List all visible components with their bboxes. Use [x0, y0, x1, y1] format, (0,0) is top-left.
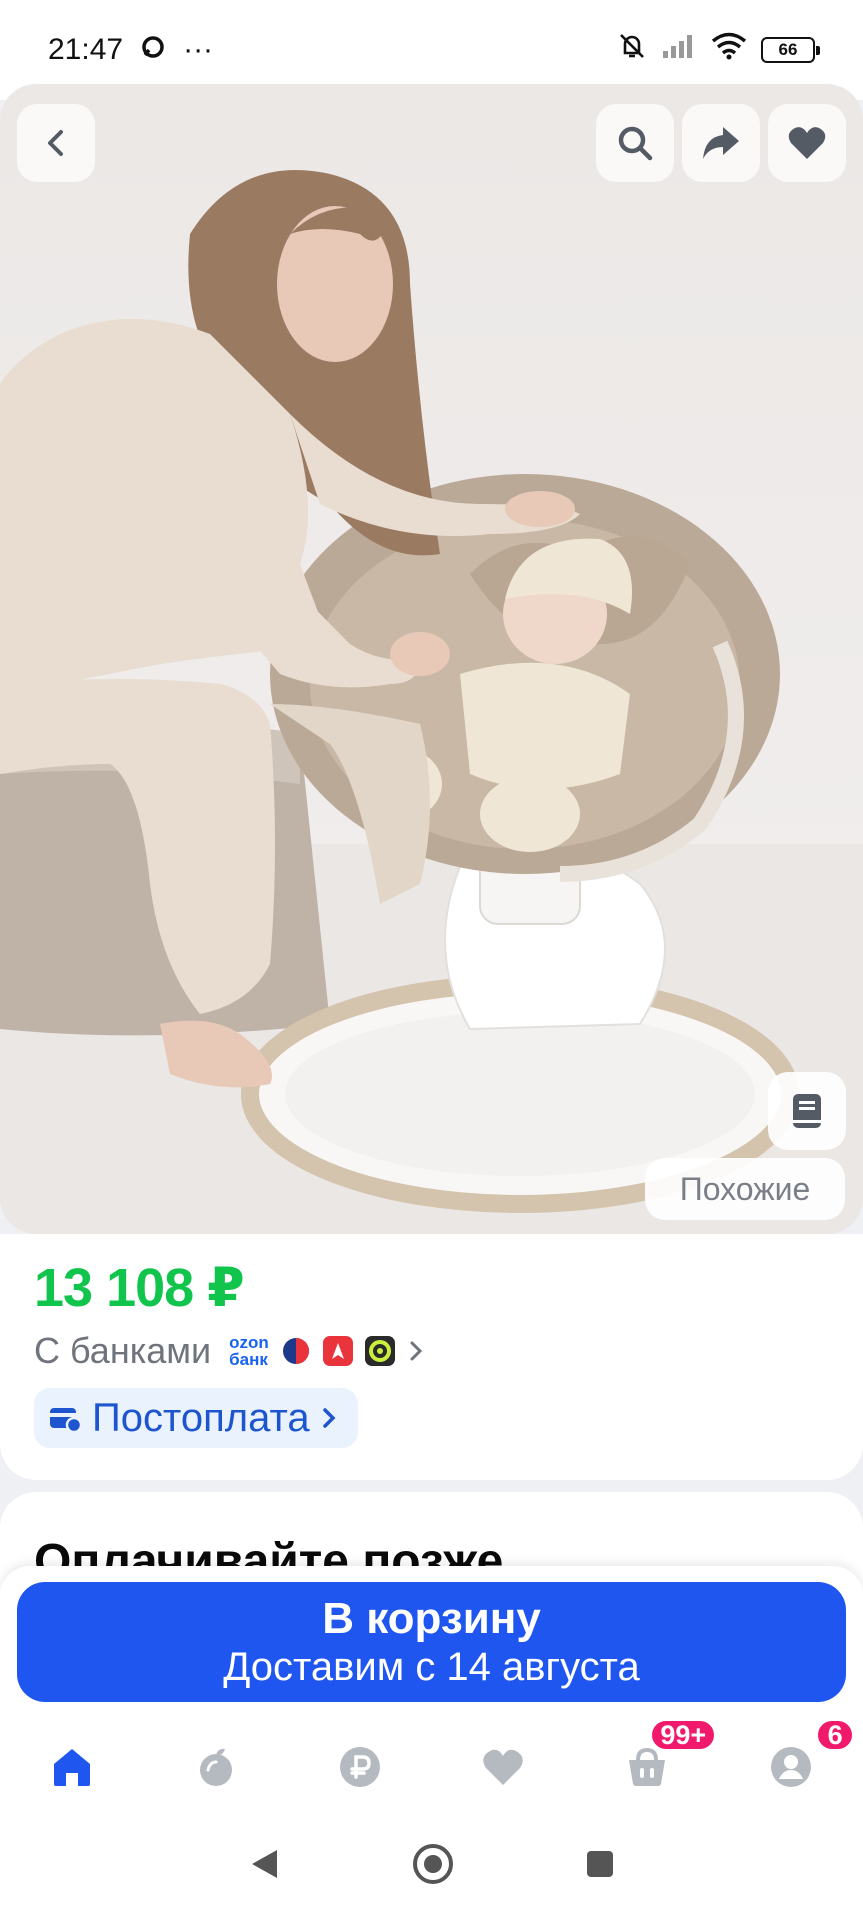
- nav-fresh[interactable]: [144, 1722, 288, 1812]
- more-dots: ···: [183, 33, 214, 66]
- nav-profile[interactable]: 6: [719, 1718, 863, 1812]
- cart-icon: [629, 1747, 666, 1786]
- product-image[interactable]: Похожие: [0, 84, 863, 1234]
- signal-icon: [661, 33, 697, 67]
- description-button[interactable]: [768, 1072, 846, 1150]
- status-time: 21:47: [48, 33, 124, 66]
- heart-icon: [788, 127, 826, 159]
- nav-finance[interactable]: [288, 1722, 432, 1812]
- cart-badge: 99+: [649, 1718, 718, 1752]
- price-card: 13 108 ₽ С банками ozon банк Постоплата: [0, 1234, 863, 1480]
- search-button[interactable]: [596, 104, 674, 182]
- product-photo: [0, 170, 863, 1234]
- postpay-card-icon: [50, 1408, 82, 1433]
- home-icon: [53, 1749, 90, 1786]
- share-button[interactable]: [682, 104, 760, 182]
- book-icon: [793, 1094, 821, 1128]
- chevron-right-icon: [407, 1330, 425, 1372]
- bottom-nav: 99+ 6: [0, 1718, 863, 1812]
- back-button[interactable]: [17, 104, 95, 182]
- system-home-icon[interactable]: [411, 1842, 455, 1891]
- bank-logo-1: [281, 1336, 311, 1366]
- similar-button[interactable]: Похожие: [645, 1158, 845, 1220]
- apple-icon: [199, 1748, 232, 1786]
- mute-icon: [617, 31, 647, 69]
- share-arrow-icon: [703, 127, 739, 159]
- nav-favorites[interactable]: [431, 1722, 575, 1812]
- battery-indicator: 66: [761, 37, 820, 63]
- system-nav-bar: [0, 1812, 863, 1920]
- chat-bubble-icon: [141, 33, 165, 67]
- profile-icon: [771, 1747, 812, 1787]
- bank-logo-2: [322, 1336, 353, 1366]
- ozon-bank-logo: ozon банк: [229, 1333, 269, 1369]
- heart-icon: [483, 1749, 524, 1785]
- profile-badge: 6: [815, 1718, 856, 1752]
- postpay-button[interactable]: Постоплата: [34, 1388, 358, 1448]
- wifi-icon: [711, 32, 747, 68]
- banks-label: С банками: [34, 1330, 212, 1371]
- favorite-button[interactable]: [768, 104, 846, 182]
- system-back-icon[interactable]: [249, 1847, 281, 1886]
- bank-offers[interactable]: С банками ozon банк: [34, 1326, 425, 1376]
- nav-cart[interactable]: 99+: [575, 1718, 719, 1812]
- chevron-right-icon: [322, 1408, 336, 1428]
- postpay-label: Постоплата: [92, 1395, 310, 1440]
- ruble-icon: [339, 1747, 380, 1787]
- nav-home[interactable]: [0, 1722, 144, 1812]
- add-to-cart-button[interactable]: В корзину Доставим с 14 августа: [17, 1582, 846, 1702]
- delivery-date-label: Доставим с 14 августа: [223, 1645, 640, 1689]
- add-to-cart-label: В корзину: [322, 1594, 541, 1643]
- system-recents-icon[interactable]: [585, 1849, 615, 1884]
- product-price: 13 108 ₽: [34, 1258, 245, 1318]
- search-icon: [618, 126, 653, 161]
- chevron-left-icon: [48, 130, 63, 156]
- bank-logo-3: [364, 1336, 395, 1366]
